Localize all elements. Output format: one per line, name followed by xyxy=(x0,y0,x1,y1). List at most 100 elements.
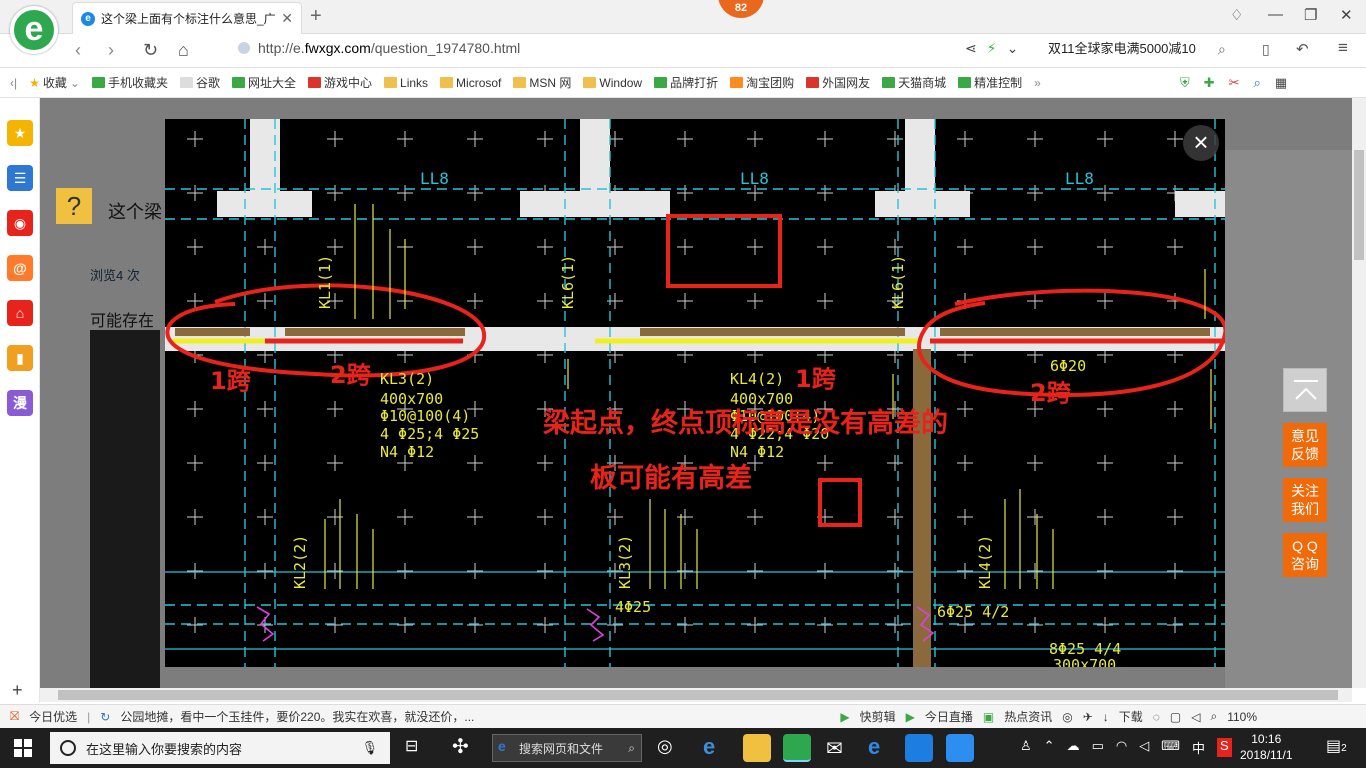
notification-center-icon[interactable]: ▤2 xyxy=(1326,736,1347,756)
cortana-search[interactable]: 在这里输入你要搜索的内容 🎙 xyxy=(50,732,390,764)
volume-icon[interactable]: ◁ xyxy=(1139,738,1149,757)
pinwheel-icon[interactable]: ✣ xyxy=(452,734,469,759)
refresh-news-icon[interactable]: ↻ xyxy=(100,710,110,724)
windows-start-icon[interactable] xyxy=(14,739,32,757)
bookmark-item[interactable]: 品牌打折 xyxy=(654,74,718,91)
pin-icon[interactable]: ✈ xyxy=(1083,710,1093,724)
sidebar-game-icon[interactable]: ⌂ xyxy=(7,300,33,326)
feedback-button[interactable]: 意见 反馈 xyxy=(1283,423,1327,467)
browser-360-icon[interactable] xyxy=(783,734,811,762)
share-icon[interactable]: ⋖ xyxy=(965,40,977,57)
bookmark-item[interactable]: ★ 收藏 ⌄ xyxy=(29,74,80,91)
scissors-icon[interactable]: ✂ xyxy=(1229,75,1240,91)
tab-active[interactable]: e 这个梁上面有个标注什么意思_广 ✕ xyxy=(72,2,302,34)
bookmark-item[interactable]: Microsof xyxy=(440,76,501,90)
news-ticker[interactable]: 公园地摊，看中一个玉挂件，要价220。我实在欢喜，就没还价，... xyxy=(120,708,490,725)
zoom-icon[interactable]: ⌕ xyxy=(1210,709,1217,724)
file-explorer-icon[interactable] xyxy=(743,734,771,762)
clock[interactable]: 10:16 2018/11/1 xyxy=(1240,731,1293,763)
sidebar-news-icon[interactable]: ☰ xyxy=(7,165,33,191)
status-item[interactable]: 今日直播 xyxy=(925,708,973,725)
search-field[interactable]: 双11全球家电满5000减10 xyxy=(1048,38,1238,60)
new-tab-icon[interactable]: + xyxy=(310,5,322,28)
qq-button[interactable]: Q Q 咨询 xyxy=(1283,533,1327,577)
horizontal-scroll-thumb[interactable] xyxy=(58,690,1338,700)
sidebar-favorites-icon[interactable]: ★ xyxy=(7,120,33,146)
bookmark-item[interactable]: 手机收藏夹 xyxy=(91,74,168,91)
window-icon[interactable]: ▢ xyxy=(1170,710,1181,724)
sidebar-toggle-icon[interactable]: ‹| xyxy=(10,76,17,90)
sidebar-weibo-icon[interactable]: ◉ xyxy=(7,210,33,236)
minimize-icon[interactable]: — xyxy=(1268,6,1283,23)
download-icon: ↓ xyxy=(1102,709,1109,724)
bookmark-label: 精准控制 xyxy=(974,76,1023,90)
bookmark-item[interactable]: 精准控制 xyxy=(958,74,1022,91)
wifi-icon[interactable]: ◠ xyxy=(1116,738,1127,757)
translate-icon[interactable]: ✚ xyxy=(1204,75,1215,91)
forward-icon[interactable]: › xyxy=(108,40,114,61)
ie-compat-icon[interactable]: ◌ xyxy=(1153,710,1160,724)
keyboard-icon[interactable]: ⌨ xyxy=(1161,738,1180,757)
tray-up-icon[interactable]: ⌃ xyxy=(1044,738,1055,757)
move-app-icon[interactable] xyxy=(946,734,974,762)
bookmark-item[interactable]: Window xyxy=(583,76,642,90)
url-field[interactable]: http://e.fwxgx.com/question_1974780.html xyxy=(238,40,520,56)
back-icon[interactable]: ‹ xyxy=(75,40,81,61)
app-icon[interactable]: ◎ xyxy=(657,736,673,757)
bookmark-item[interactable]: 游戏中心 xyxy=(308,74,372,91)
search-icon[interactable]: ⌕ xyxy=(1218,41,1226,58)
tab-close-icon[interactable]: ✕ xyxy=(281,10,293,27)
site-info-icon[interactable] xyxy=(238,42,250,54)
taskbar-search[interactable]: 搜索网页和文件 ⌕ xyxy=(492,734,642,762)
sogou-icon[interactable]: S xyxy=(1216,738,1232,757)
shirt-icon[interactable]: ♢ xyxy=(1230,6,1243,24)
dropdown-icon[interactable]: ⌄ xyxy=(1007,40,1019,57)
shield-icon[interactable]: ⛨ xyxy=(1180,75,1190,91)
bookmark-item[interactable]: 外国网友 xyxy=(806,74,870,91)
home-icon[interactable]: ⌂ xyxy=(178,40,189,61)
bookmark-item[interactable]: 谷歌 xyxy=(179,74,220,91)
vertical-scroll-thumb[interactable] xyxy=(1354,150,1364,260)
sidebar-book-icon[interactable]: ▮ xyxy=(7,345,33,371)
status-item[interactable]: 热点资讯 xyxy=(1004,708,1052,725)
battery-icon[interactable]: ▭ xyxy=(1092,738,1104,757)
lightning-icon[interactable]: ⚡ xyxy=(987,40,997,57)
ime-indicator[interactable]: 中 xyxy=(1192,738,1205,757)
sidebar-add-icon[interactable]: + xyxy=(12,680,23,701)
microphone-icon[interactable]: 🎙 xyxy=(361,740,378,756)
bookmark-item[interactable]: 网址大全 xyxy=(232,74,296,91)
ie-icon[interactable]: e xyxy=(703,734,715,760)
g-app-icon[interactable] xyxy=(905,734,933,762)
task-view-icon[interactable]: ⊟ xyxy=(405,736,418,756)
edge-icon[interactable]: e xyxy=(868,734,880,760)
sidebar-comic-icon[interactable]: 漫 xyxy=(7,390,33,416)
today-picks[interactable]: 今日优选 xyxy=(29,708,77,725)
grid-icon[interactable]: ▦ xyxy=(1275,75,1287,91)
people-icon[interactable]: ♙ xyxy=(1020,738,1032,757)
bookmark-item[interactable]: 天猫商城 xyxy=(882,74,946,91)
more-bookmarks-icon[interactable]: » xyxy=(1034,76,1041,90)
mute-icon[interactable]: ◁ xyxy=(1191,710,1200,724)
close-window-icon[interactable]: ✕ xyxy=(1340,6,1353,24)
browser-logo-icon[interactable]: e xyxy=(10,6,58,54)
status-item[interactable]: 快剪辑 xyxy=(860,708,896,725)
undo-icon[interactable]: ↶ xyxy=(1296,40,1309,58)
bookmark-item[interactable]: Links xyxy=(384,76,428,90)
mail-icon[interactable]: ✉ xyxy=(826,736,843,761)
bookmark-item[interactable]: 淘宝团购 xyxy=(730,74,794,91)
tray-app-icon[interactable]: ☁ xyxy=(1067,738,1080,757)
status-item[interactable]: 下载 xyxy=(1119,708,1143,725)
speed-icon[interactable]: ◎ xyxy=(1062,710,1072,724)
close-lightbox-button[interactable]: × xyxy=(1183,125,1219,161)
magnifier-icon[interactable]: ⌕ xyxy=(1254,75,1261,91)
restore-icon[interactable]: ❐ xyxy=(1304,6,1317,24)
taskbar-search-placeholder: 搜索网页和文件 xyxy=(519,741,604,756)
refresh-icon[interactable]: ↻ xyxy=(143,40,158,61)
sidebar-mail-icon[interactable]: @ xyxy=(7,255,33,281)
zoom-level[interactable]: 110% xyxy=(1227,710,1257,724)
follow-button[interactable]: 关注 我们 xyxy=(1283,478,1327,522)
menu-icon[interactable]: ≡ xyxy=(1338,38,1348,58)
back-to-top-button[interactable] xyxy=(1283,368,1327,412)
phone-icon[interactable]: ▯ xyxy=(1262,41,1270,58)
bookmark-item[interactable]: MSN 网 xyxy=(513,74,571,91)
